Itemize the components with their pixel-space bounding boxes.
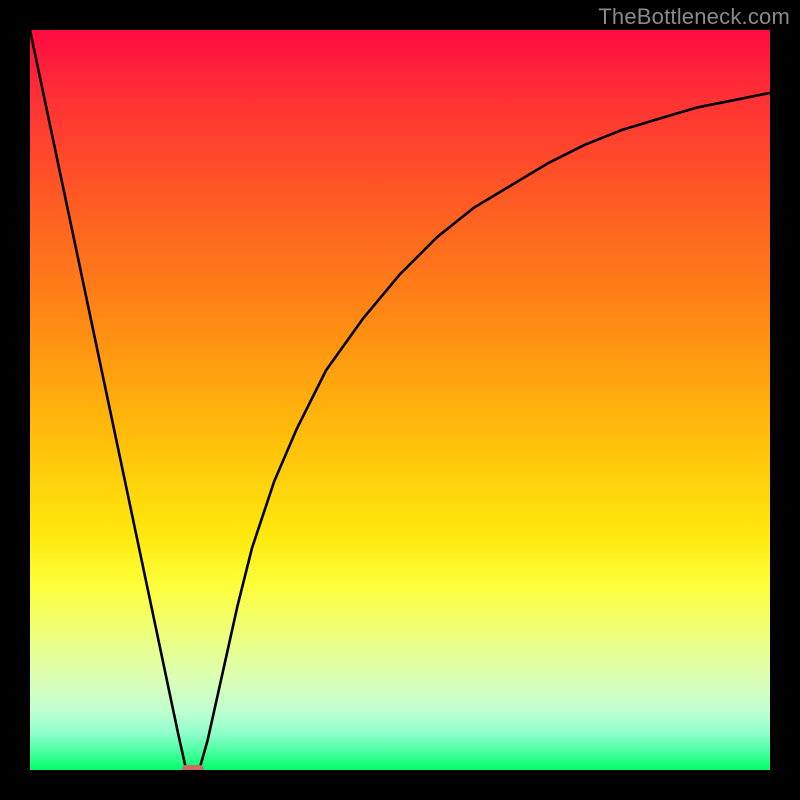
minimum-marker-icon [182, 765, 204, 770]
watermark-text: TheBottleneck.com [598, 4, 790, 30]
chart-frame: TheBottleneck.com [0, 0, 800, 800]
bottleneck-curve [30, 30, 770, 770]
plot-area [30, 30, 770, 770]
